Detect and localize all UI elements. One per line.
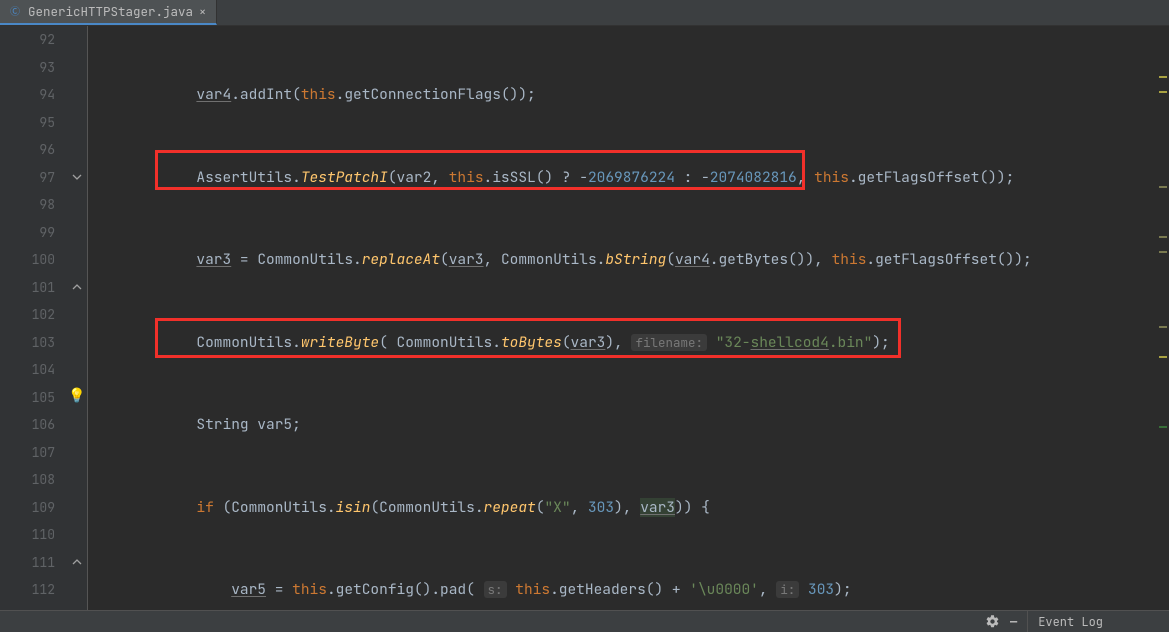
line-number: 111 bbox=[0, 549, 55, 577]
code-line[interactable]: String var5; bbox=[92, 411, 1169, 439]
code-line[interactable]: var5 = this.getConfig().pad( s: this.get… bbox=[92, 576, 1169, 604]
code-line[interactable]: var4.addInt(this.getConnectionFlags()); bbox=[92, 81, 1169, 109]
line-number: 99 bbox=[0, 219, 55, 247]
line-number: 100 bbox=[0, 246, 55, 274]
class-icon: Ⓒ bbox=[8, 5, 22, 19]
line-number: 96 bbox=[0, 136, 55, 164]
fold-icon[interactable] bbox=[70, 170, 84, 184]
tab-filename: GenericHTTPStager.java bbox=[28, 3, 193, 20]
line-number: 112 bbox=[0, 576, 55, 604]
line-number: 109 bbox=[0, 494, 55, 522]
line-number: 110 bbox=[0, 521, 55, 549]
settings-icon[interactable] bbox=[985, 614, 1000, 629]
lightbulb-icon[interactable]: 💡 bbox=[70, 389, 84, 403]
status-bar: — Event Log bbox=[0, 610, 1169, 632]
line-number: 98 bbox=[0, 191, 55, 219]
line-number: 105 bbox=[0, 384, 55, 412]
code-area[interactable]: var4.addInt(this.getConnectionFlags()); … bbox=[88, 26, 1169, 610]
line-number: 108 bbox=[0, 466, 55, 494]
line-number: 92 bbox=[0, 26, 55, 54]
editor[interactable]: 9293949596979899100101102103104105106107… bbox=[0, 26, 1169, 610]
fold-up-icon[interactable] bbox=[70, 280, 84, 294]
code-line[interactable]: CommonUtils.writeByte( CommonUtils.toByt… bbox=[92, 329, 1169, 357]
fold-up-icon[interactable] bbox=[70, 555, 84, 569]
code-line[interactable]: AssertUtils.TestPatchI(var2, this.isSSL(… bbox=[92, 164, 1169, 192]
line-number: 102 bbox=[0, 301, 55, 329]
tab-bar: Ⓒ GenericHTTPStager.java × bbox=[0, 0, 1169, 26]
line-number: 94 bbox=[0, 81, 55, 109]
line-number: 104 bbox=[0, 356, 55, 384]
line-number: 95 bbox=[0, 109, 55, 137]
code-line[interactable]: if (CommonUtils.isin(CommonUtils.repeat(… bbox=[92, 494, 1169, 522]
close-icon[interactable]: × bbox=[199, 4, 206, 20]
dash-icon[interactable]: — bbox=[1010, 614, 1017, 630]
event-log-button[interactable]: Event Log bbox=[1038, 614, 1163, 630]
line-number: 103 bbox=[0, 329, 55, 357]
marker-column: 💡 bbox=[68, 26, 88, 610]
code-line[interactable]: var3 = CommonUtils.replaceAt(var3, Commo… bbox=[92, 246, 1169, 274]
line-number: 107 bbox=[0, 439, 55, 467]
line-number-gutter: 9293949596979899100101102103104105106107… bbox=[0, 26, 68, 610]
line-number: 97 bbox=[0, 164, 55, 192]
tab-file[interactable]: Ⓒ GenericHTTPStager.java × bbox=[0, 0, 217, 25]
line-number: 93 bbox=[0, 54, 55, 82]
scrollbar[interactable] bbox=[1157, 26, 1169, 610]
line-number: 106 bbox=[0, 411, 55, 439]
line-number: 101 bbox=[0, 274, 55, 302]
